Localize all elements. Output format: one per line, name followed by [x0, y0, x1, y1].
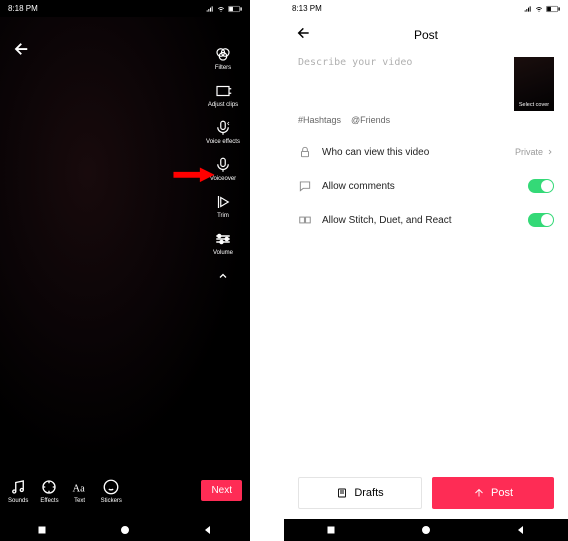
adjust-clips-tool[interactable]: Adjust clips: [208, 82, 238, 109]
allow-stitch-toggle[interactable]: [528, 213, 554, 227]
wifi-icon: [217, 5, 225, 13]
effects-tool[interactable]: Effects: [40, 478, 58, 504]
allow-comments-toggle[interactable]: [528, 179, 554, 193]
android-nav: [0, 519, 250, 541]
lock-icon: [298, 145, 312, 159]
status-icons: [206, 5, 242, 13]
chevron-right-icon: [546, 148, 554, 156]
status-time: 8:13 PM: [292, 4, 322, 13]
text-label: Text: [74, 498, 85, 504]
stickers-label: Stickers: [101, 498, 122, 504]
cover-label: Select cover: [519, 102, 549, 111]
screenshot-gap: [250, 0, 284, 541]
sounds-tool[interactable]: Sounds: [8, 478, 28, 504]
stitch-icon: [298, 213, 312, 227]
who-can-view-label: Who can view this video: [322, 147, 505, 158]
volume-tool[interactable]: Volume: [213, 230, 233, 257]
battery-icon: [546, 5, 560, 13]
red-arrow-annotation: [172, 166, 216, 184]
filters-label: Filters: [215, 65, 231, 72]
editor-screen: 8:18 PM Filters Adjust clips Voice effec…: [0, 0, 250, 541]
chevron-up-icon: [217, 270, 229, 282]
drafts-button[interactable]: Drafts: [298, 477, 422, 509]
status-bar: 8:13 PM: [284, 0, 568, 17]
battery-icon: [228, 5, 242, 13]
post-icon: [473, 487, 485, 499]
post-screen: 8:13 PM Post Select cover #Hashtags @Fri…: [284, 0, 568, 541]
nav-recents-icon[interactable]: [325, 524, 337, 536]
status-icons: [524, 5, 560, 13]
cover-selector[interactable]: Select cover: [514, 57, 554, 111]
back-button[interactable]: [10, 37, 34, 61]
voiceover-icon: [214, 156, 232, 174]
post-button[interactable]: Post: [432, 477, 554, 509]
voice-effects-label: Voice effects: [206, 139, 240, 146]
text-tool[interactable]: Aa Text: [71, 478, 89, 504]
next-button[interactable]: Next: [201, 480, 242, 501]
drafts-icon: [336, 487, 348, 499]
text-icon: Aa: [71, 478, 89, 496]
page-title: Post: [284, 28, 568, 42]
status-bar: 8:18 PM: [0, 0, 250, 17]
description-row: Select cover: [298, 57, 554, 111]
allow-stitch-label: Allow Stitch, Duet, and React: [322, 215, 518, 226]
who-can-view-value: Private: [515, 147, 554, 157]
filters-icon: [214, 45, 232, 63]
allow-stitch-row: Allow Stitch, Duet, and React: [298, 203, 554, 237]
sounds-icon: [9, 478, 27, 496]
stickers-icon: [102, 478, 120, 496]
effects-icon: [40, 478, 58, 496]
volume-icon: [214, 230, 232, 248]
adjust-clips-label: Adjust clips: [208, 102, 238, 109]
nav-back-icon[interactable]: [202, 524, 214, 536]
tag-row: #Hashtags @Friends: [298, 115, 554, 125]
sounds-label: Sounds: [8, 498, 28, 504]
adjust-clips-icon: [214, 82, 232, 100]
wifi-icon: [535, 5, 543, 13]
arrow-left-icon: [296, 25, 312, 41]
trim-tool[interactable]: Trim: [214, 193, 232, 220]
hashtags-button[interactable]: #Hashtags: [298, 115, 341, 125]
allow-comments-label: Allow comments: [322, 181, 518, 192]
video-preview[interactable]: Filters Adjust clips Voice effects Voice…: [0, 17, 250, 462]
friends-button[interactable]: @Friends: [351, 115, 390, 125]
body: Select cover #Hashtags @Friends Who can …: [284, 53, 568, 477]
nav-home-icon[interactable]: [119, 524, 131, 536]
status-time: 8:18 PM: [8, 4, 38, 13]
who-can-view-row[interactable]: Who can view this video Private: [298, 135, 554, 169]
signal-icon: [206, 5, 214, 13]
back-button[interactable]: [296, 25, 312, 46]
allow-comments-row: Allow comments: [298, 169, 554, 203]
post-label: Post: [491, 487, 513, 499]
bottom-buttons: Drafts Post: [284, 477, 568, 519]
android-nav: [284, 519, 568, 541]
nav-home-icon[interactable]: [420, 524, 432, 536]
trim-icon: [214, 193, 232, 211]
effects-label: Effects: [40, 498, 58, 504]
collapse-tools[interactable]: [217, 269, 229, 287]
voice-effects-tool[interactable]: Voice effects: [206, 119, 240, 146]
arrow-left-icon: [13, 40, 31, 58]
volume-label: Volume: [213, 250, 233, 257]
nav-recents-icon[interactable]: [36, 524, 48, 536]
comment-icon: [298, 179, 312, 193]
drafts-label: Drafts: [354, 487, 383, 499]
svg-text:Aa: Aa: [72, 483, 85, 494]
stickers-tool[interactable]: Stickers: [101, 478, 122, 504]
nav-back-icon[interactable]: [515, 524, 527, 536]
description-input[interactable]: [298, 57, 506, 105]
bottom-tools: Sounds Effects Aa Text Stickers Next: [0, 462, 250, 519]
header: Post: [284, 17, 568, 53]
filters-tool[interactable]: Filters: [214, 45, 232, 72]
trim-label: Trim: [217, 213, 229, 220]
signal-icon: [524, 5, 532, 13]
voice-effects-icon: [214, 119, 232, 137]
